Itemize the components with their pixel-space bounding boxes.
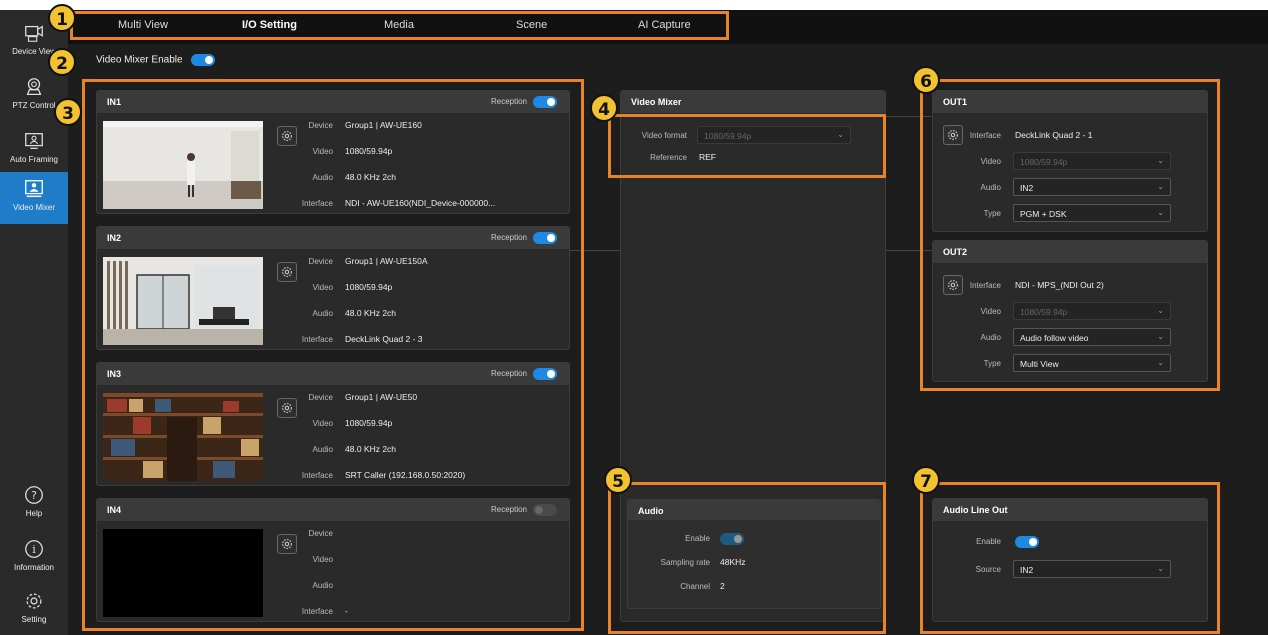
video-mixer-icon [25,180,43,198]
device-view-icon [25,25,43,42]
svg-text:?: ? [31,489,37,502]
video-mixer-enable-toggle[interactable] [191,54,216,66]
sidebar-item-label: Video Mixer [12,203,56,212]
sidebar-item-video-mixer[interactable]: Video Mixer [0,172,68,224]
app-window: Device View PTZ Control Auto Framing Vid… [0,4,1268,635]
callout-badge-3: 3 [54,98,82,126]
svg-text:i: i [32,543,36,556]
callout-box-6 [920,79,1220,391]
gear-icon [26,593,42,609]
callout-badge-4: 4 [590,94,618,122]
sidebar-item-setting[interactable]: Setting [0,584,68,634]
callout-badge-5: 5 [604,466,632,494]
callout-badge-6: 6 [912,66,940,94]
framing-icon [25,133,43,149]
sidebar-item-information[interactable]: i Information [0,532,68,582]
callout-box-4 [608,114,886,178]
sidebar-item-label: Help [25,509,43,518]
sidebar-item-label: Setting [21,615,47,624]
sidebar-item-label: Auto Framing [9,155,59,164]
sidebar-item-help[interactable]: ? Help [0,478,68,528]
camera-icon [26,78,42,95]
callout-badge-7: 7 [912,466,940,494]
callout-box-5 [608,482,886,634]
callout-badge-1: 1 [48,4,76,32]
video-mixer-title: Video Mixer [621,91,885,113]
video-mixer-enable-row: Video Mixer Enable [96,54,216,66]
sidebar-item-label: Information [13,563,55,572]
callout-box-3 [82,79,584,631]
info-icon: i [25,540,43,558]
callout-badge-2: 2 [48,48,76,76]
video-mixer-enable-label: Video Mixer Enable [96,54,183,66]
help-icon: ? [25,486,43,504]
callout-box-7 [920,482,1220,634]
sidebar-item-auto-framing[interactable]: Auto Framing [0,124,68,174]
callout-box-1 [70,11,729,40]
